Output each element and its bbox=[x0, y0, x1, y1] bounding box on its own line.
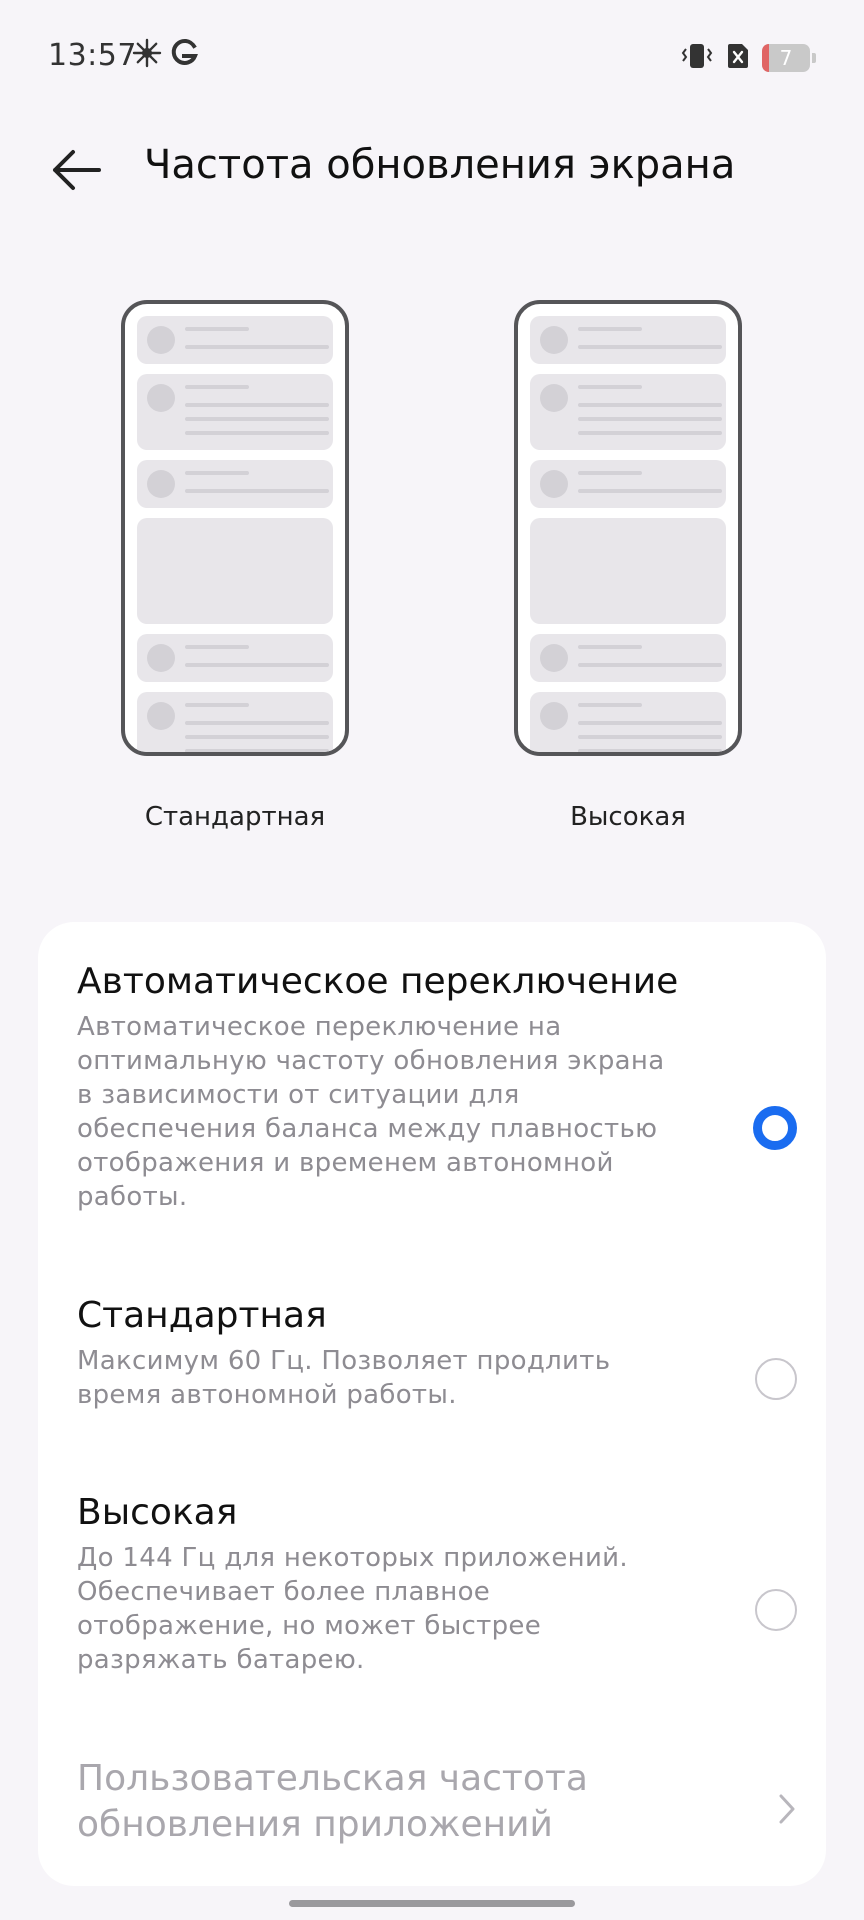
option-title: Стандартная bbox=[77, 1295, 327, 1336]
option-high[interactable]: Высокая До 144 Гц для некоторых приложен… bbox=[77, 1491, 797, 1677]
google-g-icon bbox=[170, 38, 198, 72]
option-description: Автоматическое переключение на оптимальн… bbox=[77, 1012, 665, 1212]
preview-label-high: Высокая bbox=[570, 802, 686, 832]
battery-level: 7 bbox=[779, 46, 793, 70]
phone-preview-standard bbox=[121, 300, 349, 756]
arrow-left-icon bbox=[53, 150, 101, 190]
phone-preview-high bbox=[514, 300, 742, 756]
option-description: До 144 Гц для некоторых приложений. Обес… bbox=[77, 1543, 628, 1675]
option-title: Автоматическое переключение bbox=[77, 961, 679, 1002]
option-standard[interactable]: Стандартная Максимум 60 Гц. Позволяет пр… bbox=[77, 1294, 797, 1412]
preview-area: Стандартная Высокая bbox=[0, 300, 864, 860]
radio-standard[interactable] bbox=[755, 1358, 797, 1400]
brightness-icon bbox=[132, 38, 162, 72]
preview-label-standard: Стандартная bbox=[144, 802, 326, 832]
status-time: 13:57 bbox=[48, 38, 137, 73]
no-sim-icon bbox=[726, 42, 750, 74]
vibrate-icon bbox=[680, 42, 714, 74]
refresh-rate-options-card: Автоматическое переключение Автоматическ… bbox=[38, 922, 826, 1886]
battery-icon: 7 bbox=[762, 44, 810, 72]
status-bar: 13:57 7 bbox=[0, 0, 864, 112]
back-button[interactable] bbox=[44, 138, 108, 202]
chevron-right-icon bbox=[777, 1792, 797, 1830]
option-automatic[interactable]: Автоматическое переключение Автоматическ… bbox=[77, 960, 797, 1214]
radio-automatic[interactable] bbox=[753, 1106, 797, 1150]
home-indicator[interactable] bbox=[289, 1900, 575, 1907]
option-description: Максимум 60 Гц. Позволяет продлить время… bbox=[77, 1346, 611, 1410]
header: Частота обновления экрана bbox=[0, 120, 864, 220]
preview-standard: Стандартная bbox=[115, 300, 355, 832]
page-title: Частота обновления экрана bbox=[144, 142, 736, 188]
custom-app-refresh-rate-item[interactable]: Пользовательская частота обновления прил… bbox=[77, 1756, 797, 1866]
option-title: Высокая bbox=[77, 1492, 238, 1533]
radio-high[interactable] bbox=[755, 1589, 797, 1631]
preview-high: Высокая bbox=[508, 300, 748, 832]
custom-app-refresh-rate-label: Пользовательская частота обновления прил… bbox=[77, 1758, 588, 1845]
